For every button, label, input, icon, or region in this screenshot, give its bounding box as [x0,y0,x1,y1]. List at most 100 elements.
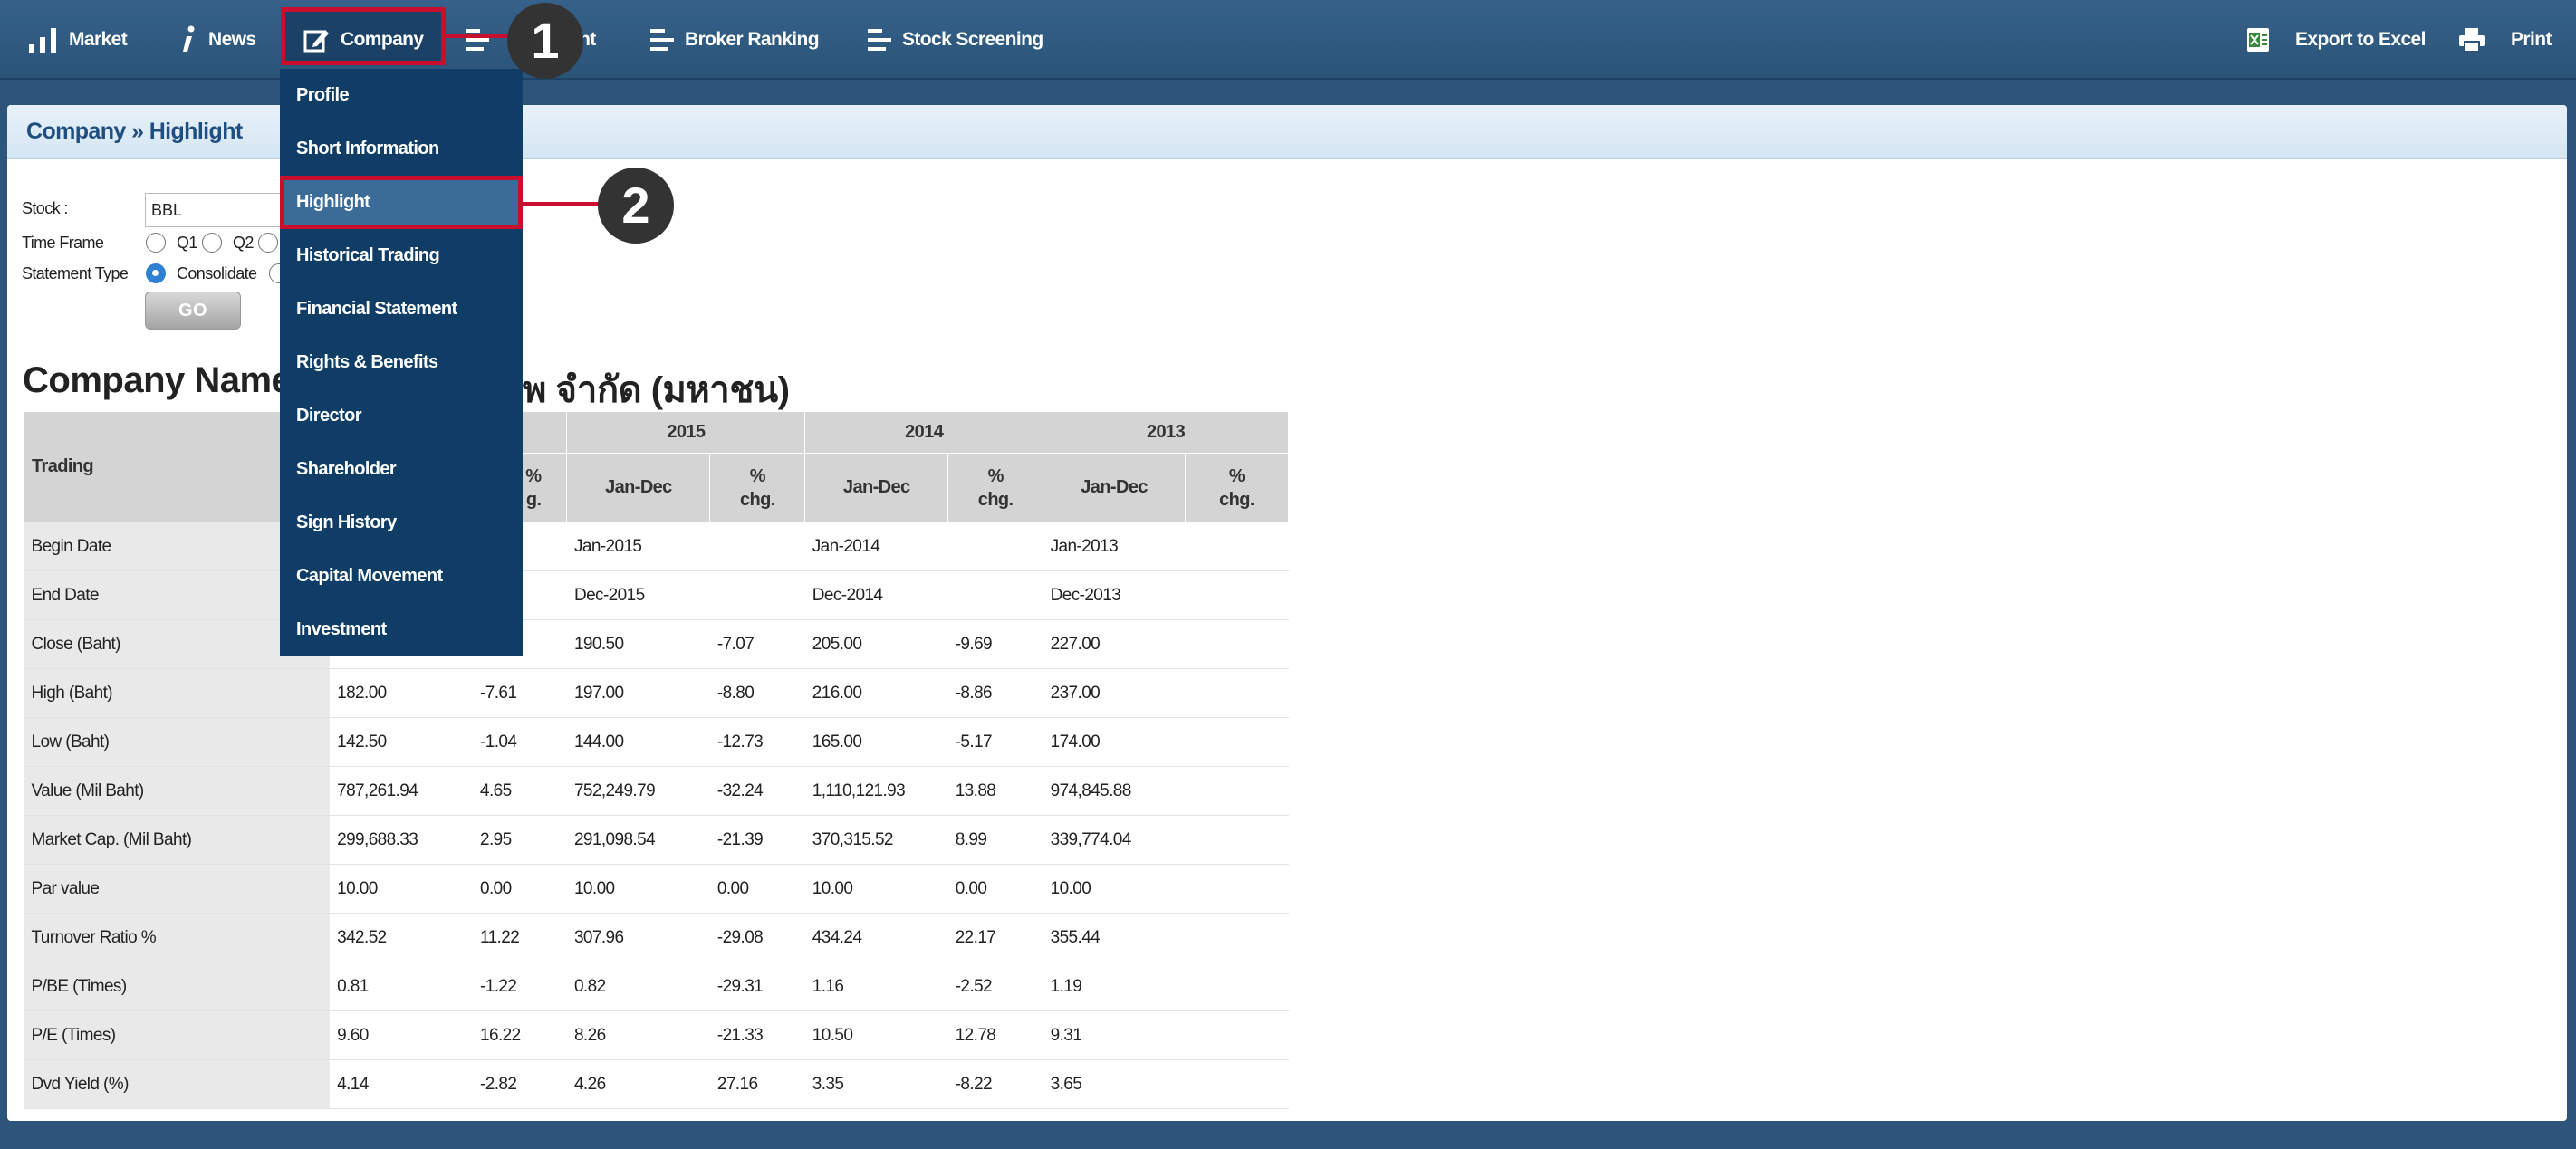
table-row: Close (Baht) 190.50 -7.07 205.00 -9.69 227.00 [24,619,1289,669]
nav-stock-screening[interactable]: Stock Screening [868,0,1043,80]
q1-radio[interactable] [146,233,166,253]
table-cell [709,570,805,620]
dropdown-item-short-information[interactable]: Short Information [280,122,523,176]
table-cell: -9.69 [947,619,1043,669]
table-cell: 10.00 [1043,864,1186,914]
excel-icon [2247,28,2269,52]
table-cell: Jan-2013 [1043,522,1186,571]
pct-label: % [1228,465,1245,486]
table-cell: 205.00 [804,619,948,669]
table-cell: -7.07 [709,619,805,669]
table-cell: 787,261.94 [330,766,474,816]
table-cell: -21.33 [709,1010,805,1060]
breadcrumb-text: Company » Highlight [26,118,243,144]
table-row: End Date Dec-2015 Dec-2014 Dec-2013 [24,570,1289,620]
dropdown-item-sign-history[interactable]: Sign History [280,496,523,550]
list-icon [650,29,674,51]
table-row: Begin Date Jan-2015 Jan-2014 Jan-2013 [24,522,1289,571]
callout-line-1 [446,34,509,38]
table-cell: -12.73 [709,717,805,767]
dropdown-item-investment[interactable]: Investment [280,603,523,656]
stock-input[interactable] [145,193,290,227]
table-cell: 307.96 [566,913,710,962]
consolidate-radio[interactable] [146,263,166,283]
export-excel-button[interactable]: Export to Excel [2246,0,2426,80]
year-header-2013: 2013 [1043,411,1289,454]
table-cell: 16.22 [473,1010,567,1060]
table-cell: 434.24 [804,913,948,962]
table-cell: -5.17 [947,717,1043,767]
nav-stock-screening-label: Stock Screening [902,29,1043,50]
table-cell [1185,717,1289,767]
export-excel-label: Export to Excel [2295,29,2426,50]
statement-type-label: Statement Type [22,264,129,282]
table-row: Value (Mil Baht) 787,261.94 4.65 752,249.79… [24,766,1289,816]
nav-company[interactable]: Company [303,0,424,80]
dropdown-item-profile[interactable]: Profile [280,69,523,122]
table-row: Dvd Yield (%) 4.14 -2.82 4.26 27.16 3.35 -8.22… [24,1059,1289,1109]
table-cell: 8.26 [566,1010,710,1060]
callout-2: 2 [598,168,674,244]
table-cell: -2.82 [473,1059,567,1109]
table-cell: 339,774.04 [1043,815,1186,865]
print-label: Print [2511,29,2552,50]
table-cell [947,570,1043,620]
dropdown-item-capital-movement[interactable]: Capital Movement [280,550,523,603]
nav-news[interactable]: News [179,0,256,80]
table-cell: -21.39 [709,815,805,865]
q2-radio[interactable] [202,233,222,253]
table-row: Market Cap. (Mil Baht) 299,688.33 2.95 291,… [24,815,1289,865]
table-row: Par value 10.00 0.00 10.00 0.00 10.00 0.00 10.0… [24,864,1289,914]
table-cell: 216.00 [804,668,948,718]
table-cell: 2.95 [473,815,567,865]
table-cell: 370,315.52 [804,815,948,865]
table-cell [947,522,1043,571]
table-cell [1185,570,1289,620]
year-header-2014: 2014 [804,411,1044,454]
table-cell: 3.65 [1043,1059,1186,1109]
row-label: Dvd Yield (%) [24,1059,331,1109]
nav-company-label: Company [341,29,424,50]
table-cell: 752,249.79 [566,766,710,816]
chg-label: chg. [739,489,775,510]
row-label: Market Cap. (Mil Baht) [24,815,331,865]
table-cell [709,522,805,571]
company-title-right: พ จำกัด (มหาชน) [523,370,790,410]
table-cell: 227.00 [1043,619,1186,669]
table-cell [1185,1010,1289,1060]
table-cell: 291,098.54 [566,815,710,865]
dropdown-item-financial-statement[interactable]: Financial Statement [280,282,523,336]
table-cell: 10.00 [330,864,474,914]
dropdown-item-shareholder[interactable]: Shareholder [280,443,523,496]
table-cell: -29.31 [709,962,805,1011]
table-cell: -1.04 [473,717,567,767]
table-cell: 974,845.88 [1043,766,1186,816]
table-cell: 0.00 [473,864,567,914]
table-cell: 0.00 [947,864,1043,914]
nav-market[interactable]: Market [27,0,128,80]
dropdown-item-rights-benefits[interactable]: Rights & Benefits [280,336,523,389]
table-cell: 174.00 [1043,717,1186,767]
dropdown-item-highlight[interactable]: Highlight [280,176,523,229]
nav-broker-ranking[interactable]: Broker Ranking [650,0,820,80]
table-row: P/BE (Times) 0.81 -1.22 0.82 -29.31 1.16 -2.52… [24,962,1289,1011]
table-cell: Dec-2015 [566,570,710,620]
go-button[interactable]: GO [145,292,241,330]
consolidate-label: Consolidate [177,264,257,282]
print-button[interactable]: Print [2458,0,2552,80]
table-cell: 8.99 [947,815,1043,865]
table-cell: 12.78 [947,1010,1043,1060]
table-row: High (Baht) 182.00 -7.61 197.00 -8.80 216.00-… [24,668,1289,718]
q3-radio[interactable] [258,233,278,253]
table-cell [1185,668,1289,718]
table-cell: 0.82 [566,962,710,1011]
table-cell: 142.50 [330,717,474,767]
table-cell: 4.26 [566,1059,710,1109]
table-cell: 10.00 [566,864,710,914]
table-cell [1185,962,1289,1011]
table-cell [1185,1059,1289,1109]
dropdown-item-historical-trading[interactable]: Historical Trading [280,229,523,282]
row-label: Low (Baht) [24,717,331,767]
table-cell [1185,913,1289,962]
dropdown-item-director[interactable]: Director [280,389,523,443]
